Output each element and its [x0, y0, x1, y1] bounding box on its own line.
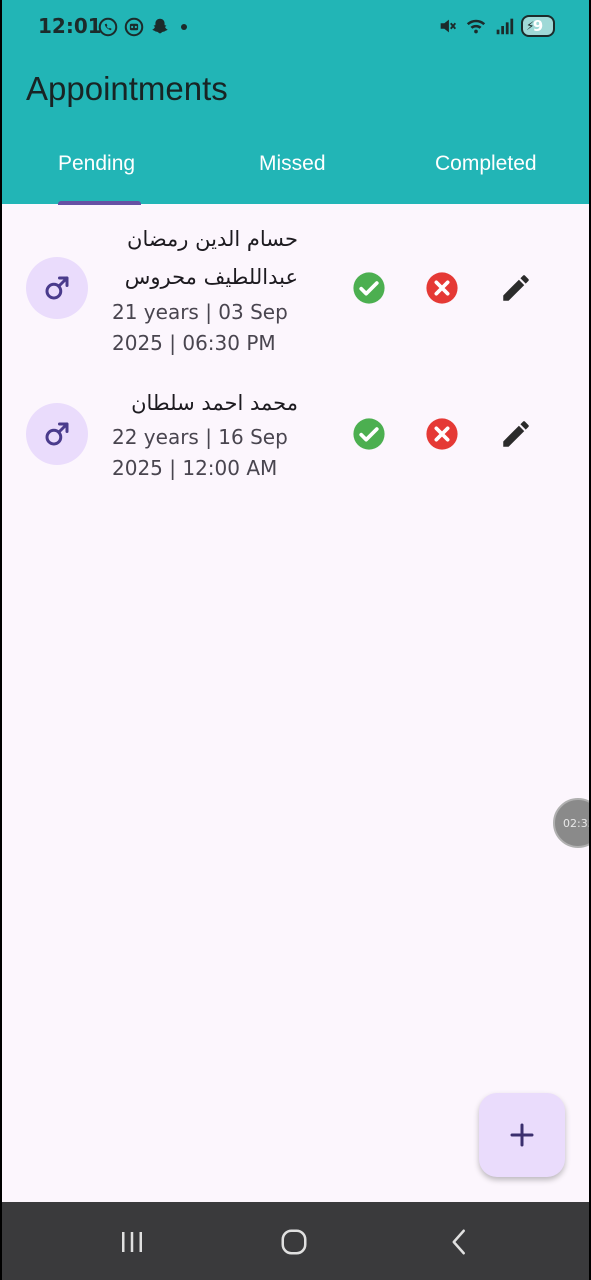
signal-icon [496, 18, 514, 35]
accept-button[interactable] [351, 270, 387, 306]
recorder-time: 02:35 [563, 816, 589, 830]
back-icon [452, 1229, 465, 1255]
home-button[interactable] [274, 1222, 314, 1262]
patient-name: حسام الدين رمضان عبداللطيف محروس [124, 227, 298, 289]
app-screen: 12:01 ⚡ 9 Appointments Pending Missed Co… [2, 0, 589, 1280]
whatsapp-icon [98, 17, 118, 37]
male-icon [45, 422, 69, 446]
tab-indicator [58, 201, 141, 205]
home-icon [281, 1229, 307, 1255]
tab-missed[interactable]: Missed [259, 152, 326, 176]
edit-icon [503, 421, 529, 447]
cancel-icon [426, 272, 458, 304]
plus-icon [510, 1123, 534, 1147]
male-icon [45, 276, 69, 300]
system-nav-bar [2, 1202, 589, 1280]
cancel-button[interactable] [424, 416, 460, 452]
notification-icons [97, 16, 187, 38]
page-title: Appointments [26, 70, 228, 107]
patient-name: محمد احمد سلطان [131, 391, 298, 415]
screen-recorder-bubble[interactable]: 02:35 [553, 798, 589, 848]
avatar [26, 403, 88, 465]
recent-apps-icon [122, 1232, 142, 1252]
accept-icon [353, 418, 385, 450]
tab-completed[interactable]: Completed [435, 152, 537, 176]
wifi-icon [466, 19, 486, 34]
status-time: 12:01 [38, 14, 102, 38]
status-bar: 12:01 ⚡ 9 [2, 0, 589, 56]
system-status-icons: ⚡ 9 [437, 15, 555, 37]
tab-pending[interactable]: Pending [58, 152, 135, 176]
mute-vibrate-icon [440, 19, 457, 33]
back-button[interactable] [440, 1222, 480, 1262]
charging-bolt-icon: ⚡ [526, 19, 535, 33]
edit-icon [503, 275, 529, 301]
edit-button[interactable] [498, 416, 534, 452]
battery-charging-icon: ⚡ 9 [521, 15, 555, 37]
add-appointment-button[interactable] [479, 1093, 565, 1177]
avatar [26, 257, 88, 319]
accept-icon [353, 272, 385, 304]
appointment-details: 22 years | 16 Sep 2025 | 12:00 AM [112, 425, 288, 480]
app-bar: 12:01 ⚡ 9 Appointments Pending Missed Co… [2, 0, 589, 205]
edit-button[interactable] [498, 270, 534, 306]
recent-apps-button[interactable] [112, 1222, 152, 1262]
cancel-icon [426, 418, 458, 450]
accept-button[interactable] [351, 416, 387, 452]
tab-bar: Pending Missed Completed [2, 142, 589, 205]
dot-icon [181, 24, 187, 30]
appointment-details: 21 years | 03 Sep 2025 | 06:30 PM [112, 300, 288, 355]
media-icon [124, 17, 144, 37]
snapchat-icon [152, 18, 168, 34]
cancel-button[interactable] [424, 270, 460, 306]
